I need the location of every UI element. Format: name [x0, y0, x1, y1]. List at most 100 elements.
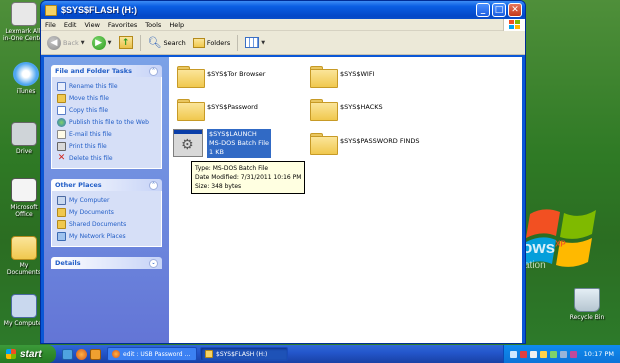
folder-icon	[310, 64, 338, 88]
place-network[interactable]: My Network Places	[57, 230, 156, 242]
batch-file-icon	[173, 129, 203, 157]
printer-icon	[57, 141, 66, 151]
folder-item[interactable]: $SYS$WIFI	[310, 64, 375, 88]
system-tray: 10:17 PM	[502, 345, 620, 363]
desktop-brand-text: owsXP	[522, 238, 566, 257]
toolbar: ◀ Back ▼ ▶ ▼ ↑ 🔍︎ Search Folders ▼	[41, 31, 525, 55]
folder-icon	[177, 64, 205, 88]
drive-icon	[11, 122, 37, 146]
folders-icon	[192, 37, 205, 48]
windows-flag-icon	[503, 18, 525, 31]
batch-file-item[interactable]: $SYS$LAUNCH MS-DOS Batch File 1 KB	[173, 129, 272, 158]
tray-icon-network[interactable]	[509, 350, 517, 358]
folder-item[interactable]: $SYS$PASSWORD FINDS	[310, 131, 419, 155]
panel-header[interactable]: Details ⌄	[51, 257, 162, 269]
search-button[interactable]: 🔍︎ Search	[146, 35, 188, 50]
folder-icon	[57, 219, 66, 229]
tray-icon-volume[interactable]	[529, 350, 537, 358]
back-button[interactable]: ◀ Back ▼	[45, 35, 87, 51]
task-pane: File and Folder Tasks ⌃ Rename this file…	[44, 57, 169, 343]
place-my-computer[interactable]: My Computer	[57, 194, 156, 206]
tray-icon-app[interactable]	[569, 350, 577, 358]
folder-item[interactable]: $SYS$HACKS	[310, 97, 383, 121]
panel-header[interactable]: Other Places ⌃	[51, 179, 162, 191]
minimize-button[interactable]: _	[476, 3, 490, 17]
desktop-icon-label: Drive	[16, 148, 32, 155]
desktop-brand-sub: ation	[524, 260, 546, 271]
task-move[interactable]: Move this file	[57, 92, 156, 104]
file-folder-tasks-panel: File and Folder Tasks ⌃ Rename this file…	[51, 65, 162, 169]
taskbar-task-explorer[interactable]: $SYS$FLASH (H:)	[200, 347, 288, 361]
desktop-icon-label: iTunes	[16, 88, 36, 95]
start-button[interactable]: start	[0, 345, 56, 363]
panel-title: Details	[55, 259, 81, 267]
desktop-icon-recycle-bin[interactable]: Recycle Bin	[564, 288, 610, 321]
folders-label: Folders	[206, 38, 231, 47]
panel-title: Other Places	[55, 181, 102, 189]
move-icon	[57, 93, 66, 103]
folder-item[interactable]: $SYS$Tor Browser	[177, 64, 265, 88]
menu-file[interactable]: File	[41, 21, 60, 29]
window-title: $SYS$FLASH (H:)	[61, 5, 138, 15]
forward-button[interactable]: ▶ ▼	[90, 35, 114, 51]
desktop-icon-label: My Computer	[3, 320, 45, 327]
views-button[interactable]: ▼	[243, 36, 267, 49]
file-tooltip: Type: MS-DOS Batch File Date Modified: 7…	[191, 161, 306, 194]
folder-icon	[310, 131, 338, 155]
drive-icon	[205, 350, 213, 358]
firefox-icon	[112, 350, 120, 358]
menu-tools[interactable]: Tools	[141, 21, 165, 29]
quick-launch	[62, 348, 101, 360]
tray-icon-security[interactable]	[519, 350, 527, 358]
folder-icon	[57, 207, 66, 217]
maximize-button[interactable]: □	[492, 3, 506, 17]
office-icon	[11, 178, 37, 202]
tray-icon-update[interactable]	[539, 350, 547, 358]
folder-icon	[11, 236, 37, 260]
task-rename[interactable]: Rename this file	[57, 80, 156, 92]
back-label: Back	[63, 38, 79, 47]
itunes-icon	[13, 62, 39, 86]
folders-button[interactable]: Folders	[191, 37, 232, 49]
toolbar-separator	[139, 34, 141, 51]
drive-icon	[45, 4, 57, 16]
window-body: File and Folder Tasks ⌃ Rename this file…	[44, 57, 522, 343]
task-delete[interactable]: ✕ Delete this file	[57, 152, 156, 164]
recycle-bin-label: Recycle Bin	[569, 314, 605, 321]
folder-item[interactable]: $SYS$Password	[177, 97, 258, 121]
task-copy[interactable]: Copy this file	[57, 104, 156, 116]
delete-icon: ✕	[57, 152, 66, 163]
place-my-documents[interactable]: My Documents	[57, 206, 156, 218]
panel-title: File and Folder Tasks	[55, 67, 132, 75]
desktop-icon-label: Lexmark All-in-One Center	[2, 28, 46, 42]
taskbar-task-browser[interactable]: edit : USB Password ...	[107, 347, 197, 361]
tray-icon-usb[interactable]	[559, 350, 567, 358]
collapse-icon[interactable]: ⌃	[149, 180, 158, 190]
close-button[interactable]: ✕	[508, 3, 522, 17]
expand-icon[interactable]: ⌄	[149, 258, 158, 268]
tray-icon-sync[interactable]	[549, 350, 557, 358]
email-icon	[57, 129, 66, 139]
place-shared-documents[interactable]: Shared Documents	[57, 218, 156, 230]
folder-icon	[310, 97, 338, 121]
menu-edit[interactable]: Edit	[60, 21, 81, 29]
menu-view[interactable]: View	[80, 21, 103, 29]
menu-help[interactable]: Help	[165, 21, 188, 29]
up-folder-button[interactable]: ↑	[117, 35, 135, 50]
task-publish[interactable]: Publish this file to the Web	[57, 116, 156, 128]
show-desktop-icon[interactable]	[62, 348, 73, 360]
collapse-icon[interactable]: ⌃	[149, 66, 158, 76]
desktop-icon-label: My Documents	[6, 262, 42, 276]
folder-icon	[177, 97, 205, 121]
toolbar-separator	[237, 34, 239, 51]
title-bar[interactable]: $SYS$FLASH (H:) _ □ ✕	[41, 1, 525, 19]
task-email[interactable]: E-mail this file	[57, 128, 156, 140]
desktop-icon-label: Microsoft Office	[10, 204, 38, 218]
task-print[interactable]: Print this file	[57, 140, 156, 152]
panel-header[interactable]: File and Folder Tasks ⌃	[51, 65, 162, 77]
globe-icon	[57, 117, 66, 127]
menu-favorites[interactable]: Favorites	[104, 21, 141, 29]
media-icon[interactable]	[90, 348, 101, 360]
network-icon	[57, 231, 66, 241]
firefox-icon[interactable]	[76, 348, 87, 360]
